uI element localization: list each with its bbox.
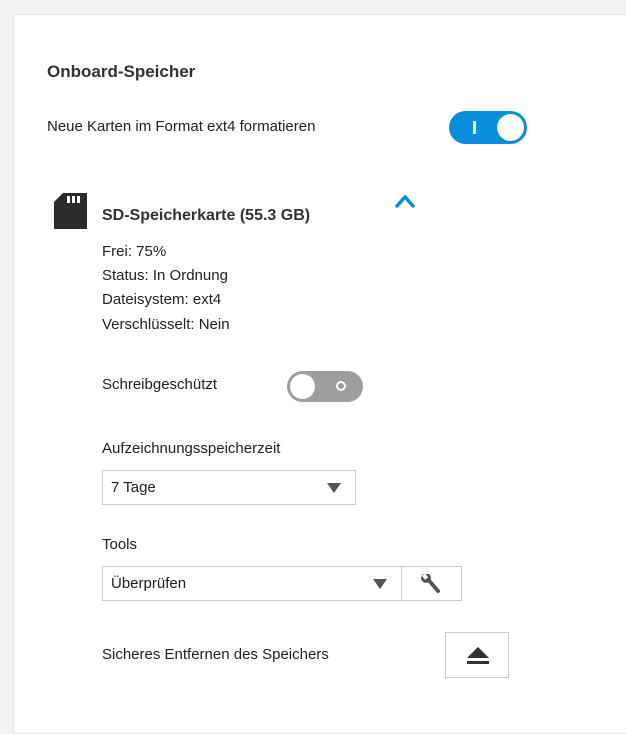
format-ext4-label: Neue Karten im Format ext4 formatieren — [47, 118, 316, 135]
run-tool-button[interactable] — [401, 566, 462, 601]
retention-value: 7 Tage — [111, 479, 156, 496]
caret-down-icon — [373, 579, 387, 589]
chevron-up-icon[interactable] — [394, 193, 416, 209]
encrypted-text: Verschlüsselt: Nein — [102, 316, 230, 333]
status-text: Status: In Ordnung — [102, 267, 228, 284]
sd-card-title: SD-Speicherkarte (55.3 GB) — [102, 207, 311, 224]
caret-down-icon — [327, 483, 341, 493]
retention-select[interactable]: 7 Tage — [102, 470, 356, 505]
toggle-knob — [290, 374, 315, 399]
toggle-knob — [497, 114, 524, 141]
toggle-on-indicator-icon — [473, 121, 476, 134]
eject-icon — [467, 647, 489, 664]
format-ext4-toggle[interactable] — [449, 111, 527, 144]
eject-button[interactable] — [445, 632, 509, 678]
wrench-icon — [421, 574, 440, 593]
tools-select[interactable]: Überprüfen — [102, 566, 402, 601]
tools-label: Tools — [102, 536, 138, 553]
write-protect-label: Schreibgeschützt — [102, 376, 218, 393]
retention-label: Aufzeichnungsspeicherzeit — [102, 440, 281, 457]
sd-card-icon — [54, 193, 87, 229]
tools-value: Überprüfen — [111, 575, 187, 592]
toggle-off-indicator-icon — [336, 381, 346, 391]
write-protect-toggle[interactable] — [287, 371, 363, 402]
filesystem-text: Dateisystem: ext4 — [102, 291, 222, 308]
free-space-text: Frei: 75% — [102, 243, 167, 260]
section-title: Onboard-Speicher — [47, 62, 196, 81]
safe-remove-label: Sicheres Entfernen des Speichers — [102, 646, 329, 663]
onboard-storage-panel: Onboard-Speicher Neue Karten im Format e… — [13, 14, 626, 734]
